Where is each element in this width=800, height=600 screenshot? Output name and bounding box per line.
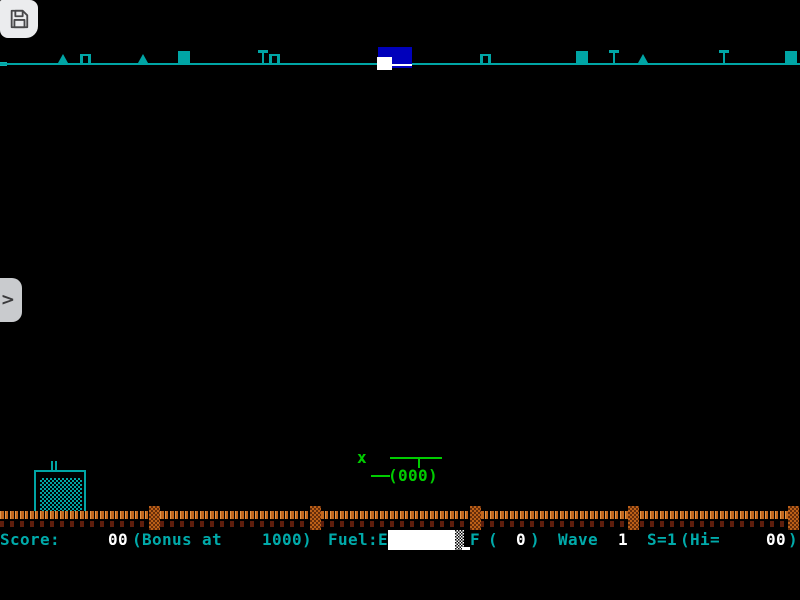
status-text: (: [488, 532, 498, 548]
radar-icon-tower: [258, 50, 268, 63]
status-text: 00: [108, 532, 128, 548]
radar-icon-block: [785, 51, 797, 63]
floppy-disk-icon: [8, 8, 30, 30]
dos-game-screen[interactable]: x ` (000) Score:00(Bonus at1000)Fuel:EF(…: [0, 0, 800, 600]
radar-player-box: [377, 57, 392, 70]
radar-icon-tree: [58, 54, 68, 63]
status-text: Wave: [558, 532, 598, 548]
radar-icon-building: [269, 54, 280, 63]
helicopter-sprite: x ` (000): [355, 448, 447, 488]
radar-icon-tower: [719, 50, 729, 63]
status-text: S=1: [647, 532, 677, 548]
ground-post: [788, 506, 799, 530]
depot-wall: [84, 470, 86, 512]
ground-post: [149, 506, 160, 530]
helicopter-rotor: [390, 457, 442, 459]
ground-surface: [0, 511, 800, 519]
radar-icon-building: [80, 54, 91, 63]
status-text: 1000): [262, 532, 312, 548]
save-state-button[interactable]: [0, 0, 38, 38]
status-text: Score:: [0, 532, 60, 548]
status-text: Fuel:E: [328, 532, 388, 548]
status-text: 00: [766, 532, 786, 548]
depot-tank-fill: [40, 478, 82, 511]
status-text: 1: [618, 532, 628, 548]
depot-wall: [34, 470, 36, 512]
status-text: 0: [516, 532, 526, 548]
fuel-gauge-tick: [462, 547, 470, 550]
radar-icon-tree: [138, 54, 148, 63]
status-text: F: [470, 532, 480, 548]
ground-post: [470, 506, 481, 530]
fuel-depot: [34, 461, 86, 512]
radar-icon-block: [178, 51, 190, 63]
ground-post: [628, 506, 639, 530]
radar-icon-tree: [638, 54, 648, 63]
radar-icon-tower: [609, 50, 619, 63]
sidebar-toggle-button[interactable]: >: [0, 278, 22, 322]
ground-subsoil: [0, 521, 800, 527]
depot-chimney: [55, 461, 57, 470]
fuel-gauge-partial: [455, 530, 464, 550]
radar-strip: [0, 0, 800, 90]
radar-player-underline: [392, 64, 412, 66]
status-text: (Bonus at: [132, 532, 222, 548]
depot-chimney: [51, 461, 53, 470]
helicopter-tail-hook: `: [358, 460, 369, 476]
fuel-gauge-fill: [388, 530, 455, 550]
chevron-right-icon: >: [1, 290, 15, 310]
ground-post: [310, 506, 321, 530]
status-text: ): [530, 532, 540, 548]
radar-icon-building: [480, 54, 491, 63]
helicopter-body: (000): [388, 468, 438, 484]
status-text: (Hi=: [680, 532, 720, 548]
depot-roof: [34, 470, 86, 472]
status-bar: Score:00(Bonus at1000)Fuel:EF(0)Wave1S=1…: [0, 0, 800, 600]
status-text: ): [788, 532, 798, 548]
radar-icon-block: [576, 51, 588, 63]
